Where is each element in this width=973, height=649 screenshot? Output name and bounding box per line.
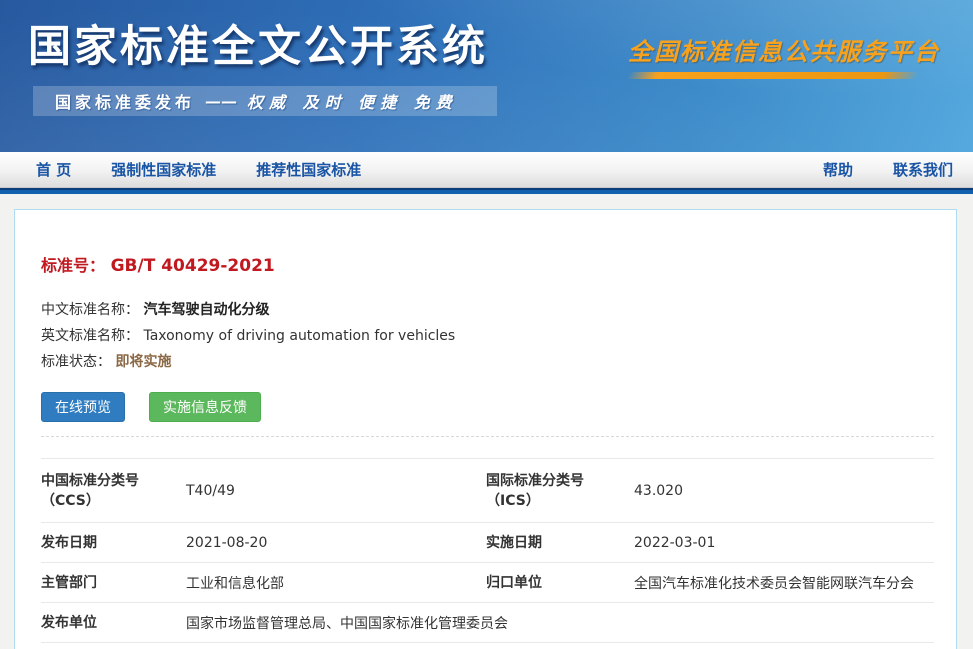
standard-number-value: GB/T 40429-2021: [111, 256, 275, 276]
implementation-feedback-button[interactable]: 实施信息反馈: [149, 392, 261, 422]
table-row-departments: 主管部门 工业和信息化部 归口单位 全国汽车标准化技术委员会智能网联汽车分会: [41, 563, 934, 603]
nav-right-group: 帮助 联系我们: [823, 159, 953, 180]
status-row: 标准状态： 即将实施: [41, 349, 934, 375]
en-name-value: Taxonomy of driving automation for vehic…: [143, 328, 455, 344]
platform-brand-link[interactable]: 全国标准信息公共服务平台: [628, 32, 918, 79]
status-label: 标准状态：: [41, 354, 111, 370]
standard-number-row: 标准号： GB/T 40429-2021: [41, 252, 934, 276]
site-title: 国家标准全文公开系统: [28, 12, 488, 74]
main-nav: 首 页 强制性国家标准 推荐性国家标准 帮助 联系我们: [0, 152, 973, 188]
centralized-unit-value: 全国汽车标准化技术委员会智能网联汽车分会: [634, 573, 934, 593]
action-buttons: 在线预览 实施信息反馈: [41, 392, 934, 422]
brush-underline-decoration: [626, 72, 919, 79]
en-name-label: 英文标准名称：: [41, 328, 139, 344]
slogan-banner: 国家标准委发布 —— 权威 及时 便捷 免费: [33, 86, 497, 116]
ccs-label: 中国标准分类号 （CCS）: [41, 471, 186, 511]
slogan-dash: ——: [205, 92, 237, 111]
nav-item-mandatory-standards[interactable]: 强制性国家标准: [111, 159, 216, 180]
platform-name: 全国标准信息公共服务平台: [628, 32, 918, 67]
centralized-unit-label: 归口单位: [486, 573, 634, 593]
detail-table: 中国标准分类号 （CCS） T40/49 国际标准分类号 （ICS） 43.02…: [41, 458, 934, 643]
competent-dept-value: 工业和信息化部: [186, 573, 486, 593]
dashed-divider: [41, 436, 934, 437]
cn-name-row: 中文标准名称： 汽车驾驶自动化分级: [41, 297, 934, 323]
implement-date-value: 2022-03-01: [634, 535, 934, 551]
publish-date-label: 发布日期: [41, 533, 186, 553]
standard-detail-card: 标准号： GB/T 40429-2021 中文标准名称： 汽车驾驶自动化分级 英…: [14, 209, 957, 649]
nav-item-home[interactable]: 首 页: [36, 159, 71, 180]
nav-item-help[interactable]: 帮助: [823, 159, 853, 180]
table-row-publisher: 发布单位 国家市场监督管理总局、中国国家标准化管理委员会: [41, 603, 934, 643]
competent-dept-label: 主管部门: [41, 573, 186, 593]
online-preview-button[interactable]: 在线预览: [41, 392, 125, 422]
implement-date-label: 实施日期: [486, 533, 634, 553]
nav-left-group: 首 页 强制性国家标准 推荐性国家标准: [36, 159, 361, 180]
nav-item-contact-us[interactable]: 联系我们: [893, 159, 953, 180]
site-header: 国家标准全文公开系统 全国标准信息公共服务平台 国家标准委发布 —— 权威 及时…: [0, 0, 973, 152]
publish-date-value: 2021-08-20: [186, 535, 486, 551]
cn-name-value: 汽车驾驶自动化分级: [143, 302, 269, 318]
ics-value: 43.020: [634, 483, 934, 499]
slogan-keywords: 权威 及时 便捷 免费: [247, 89, 458, 113]
page-content: 标准号： GB/T 40429-2021 中文标准名称： 汽车驾驶自动化分级 英…: [0, 194, 973, 649]
status-badge: 即将实施: [115, 354, 171, 370]
ics-label: 国际标准分类号 （ICS）: [486, 471, 634, 511]
publish-unit-value: 国家市场监督管理总局、中国国家标准化管理委员会: [186, 613, 934, 633]
ccs-value: T40/49: [186, 483, 486, 499]
nav-item-recommended-standards[interactable]: 推荐性国家标准: [256, 159, 361, 180]
en-name-row: 英文标准名称： Taxonomy of driving automation f…: [41, 323, 934, 349]
table-row-dates: 发布日期 2021-08-20 实施日期 2022-03-01: [41, 523, 934, 563]
table-row-classification: 中国标准分类号 （CCS） T40/49 国际标准分类号 （ICS） 43.02…: [41, 459, 934, 523]
cn-name-label: 中文标准名称：: [41, 302, 139, 318]
standard-number-label: 标准号：: [41, 256, 105, 275]
slogan-issuer: 国家标准委发布: [55, 89, 195, 113]
publish-unit-label: 发布单位: [41, 613, 186, 633]
